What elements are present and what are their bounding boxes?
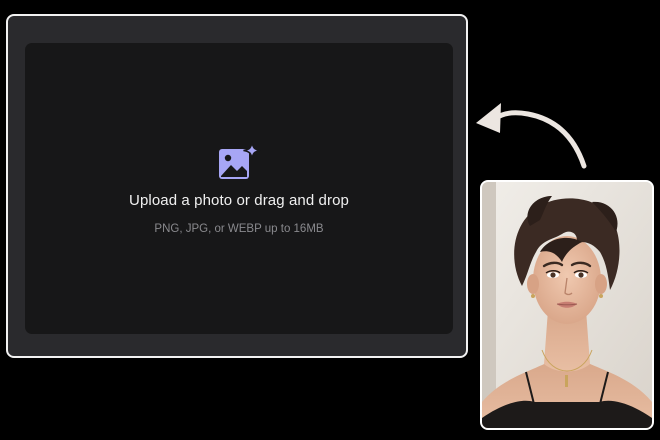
portrait-image: [482, 182, 652, 428]
upload-panel: Upload a photo or drag and drop PNG, JPG…: [6, 14, 468, 358]
stage: Upload a photo or drag and drop PNG, JPG…: [0, 0, 660, 440]
upload-title: Upload a photo or drag and drop: [129, 192, 349, 209]
curved-arrow-icon: [476, 103, 587, 169]
image-sparkle-icon: [219, 141, 261, 179]
upload-file-types: PNG, JPG, or WEBP up to 16MB: [154, 223, 324, 235]
sample-photo[interactable]: [480, 180, 654, 430]
upload-dropzone[interactable]: Upload a photo or drag and drop PNG, JPG…: [25, 43, 453, 334]
